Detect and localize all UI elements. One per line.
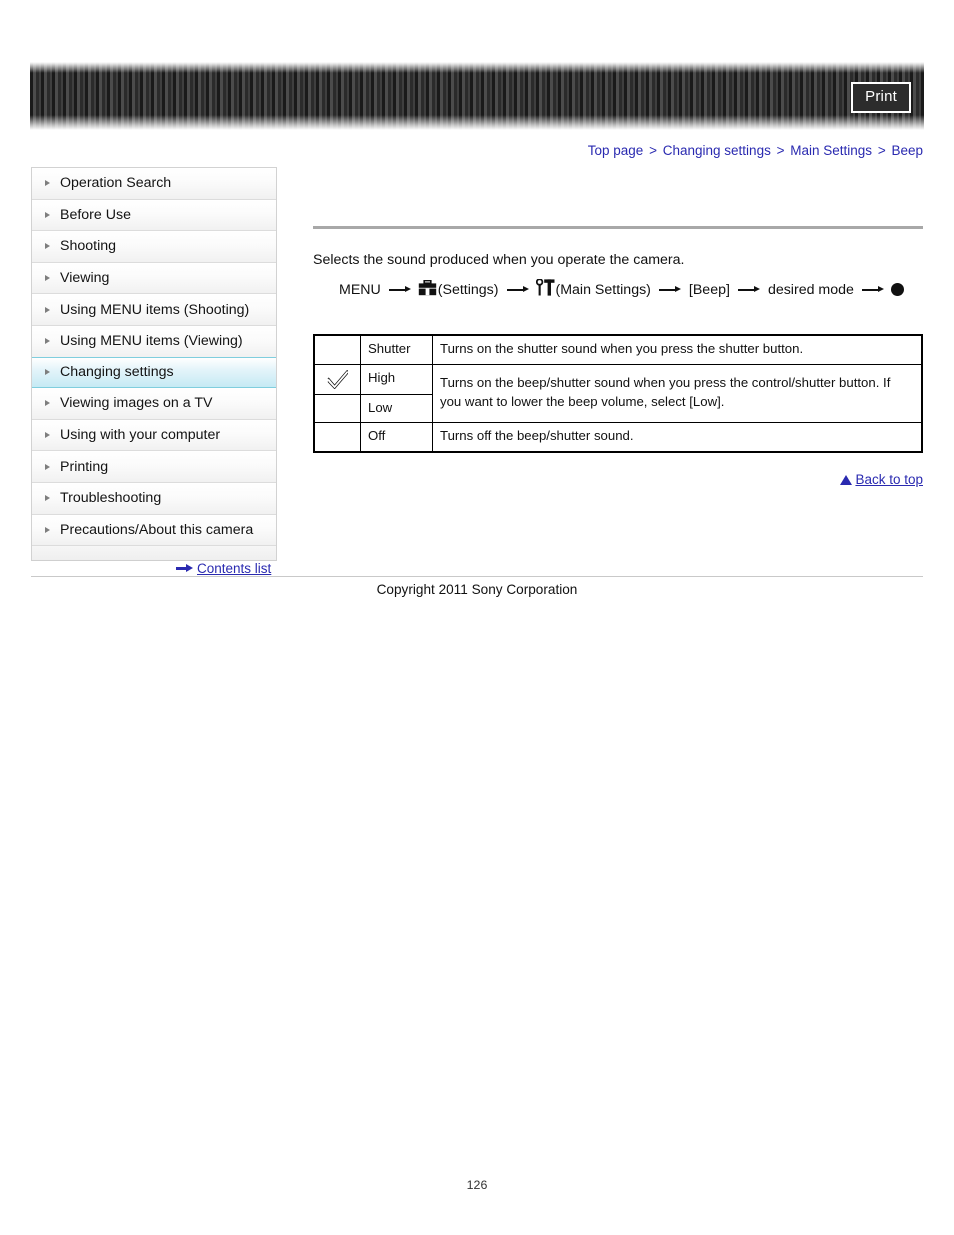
table-cell-option-name: Low: [360, 393, 433, 424]
copyright-text: Copyright 2011 Sony Corporation: [376, 582, 578, 597]
wrench-screwdriver-icon: [535, 278, 555, 300]
contents-list-link[interactable]: Contents list: [176, 561, 271, 576]
breadcrumb-item-main-settings[interactable]: Main Settings: [790, 143, 872, 158]
back-to-top-label: Back to top: [855, 472, 923, 487]
table-cell-option-name: Shutter: [360, 334, 433, 365]
arrow-right-icon: [176, 564, 193, 573]
sidebar-item-label: Printing: [60, 458, 109, 475]
header-banner: Print: [30, 62, 924, 130]
sidebar-item-label: Using MENU items (Shooting): [60, 301, 250, 318]
bullet-triangle-icon: [45, 211, 50, 218]
bullet-triangle-icon: [45, 400, 50, 407]
sidebar-item-label: Before Use: [60, 206, 131, 223]
table-row: High Turns on the beep/shutter sound whe…: [313, 363, 923, 424]
breadcrumb-item-changing-settings[interactable]: Changing settings: [663, 143, 771, 158]
beep-options-table: Shutter Turns on the shutter sound when …: [313, 334, 923, 454]
sidebar-item-label: Changing settings: [60, 364, 174, 381]
arrow-right-icon: [861, 285, 884, 295]
table-row: Shutter Turns on the shutter sound when …: [313, 334, 923, 365]
bullet-triangle-icon: [45, 526, 50, 533]
bullet-triangle-icon: [45, 338, 50, 345]
sidebar-footer-spacer: [32, 546, 276, 561]
back-to-top-link[interactable]: Back to top: [840, 472, 923, 487]
table-cell-description: Turns on the beep/shutter sound when you…: [432, 363, 923, 424]
desired-mode-label: desired mode: [767, 281, 854, 298]
bullet-triangle-icon: [45, 243, 50, 250]
sidebar-item-label: Precautions/About this camera: [60, 521, 254, 538]
sidebar-item-label: Troubleshooting: [60, 490, 162, 507]
sidebar-item-label: Shooting: [60, 238, 117, 255]
table-cell-check: [313, 363, 361, 395]
default-check-icon: [322, 369, 353, 389]
arrow-right-icon: [658, 285, 681, 295]
breadcrumb-item-top-page[interactable]: Top page: [588, 143, 644, 158]
center-button-dot-icon: [890, 283, 904, 296]
arrow-right-icon: [737, 285, 760, 295]
sidebar-item-changing-settings[interactable]: Changing settings: [32, 356, 276, 389]
bullet-triangle-icon: [45, 306, 50, 313]
table-cell-description: Turns off the beep/shutter sound.: [432, 422, 923, 453]
breadcrumb-separator: >: [776, 143, 785, 158]
bullet-triangle-icon: [45, 463, 50, 470]
main-settings-label: (Main Settings): [555, 281, 651, 298]
sidebar-item-viewing[interactable]: Viewing: [32, 262, 276, 295]
table-cell-option-name: Off: [360, 422, 433, 453]
intro-paragraph: Selects the sound produced when you oper…: [313, 252, 685, 268]
sidebar-item-before-use[interactable]: Before Use: [32, 199, 276, 232]
page-number: 126: [466, 1178, 488, 1192]
arrow-right-icon: [388, 285, 411, 295]
table-cell-check: [313, 393, 361, 424]
toolbox-icon: [418, 279, 437, 300]
arrow-right-icon: [506, 285, 529, 295]
menu-path-instruction: MENU (Settings) (Main Settings) [Beep] d…: [338, 278, 904, 300]
sidebar-item-troubleshooting[interactable]: Troubleshooting: [32, 482, 276, 515]
sidebar-item-shooting[interactable]: Shooting: [32, 231, 276, 263]
bullet-triangle-icon: [45, 495, 50, 502]
bullet-triangle-icon: [45, 180, 50, 187]
sidebar-item-using-menu-items-viewing[interactable]: Using MENU items (Viewing): [32, 325, 276, 358]
breadcrumb-separator: >: [877, 143, 886, 158]
bullet-triangle-icon: [45, 369, 50, 376]
table-row: Off Turns off the beep/shutter sound.: [313, 422, 923, 453]
triangle-up-icon: [840, 474, 853, 485]
sidebar-item-viewing-images-on-a-tv[interactable]: Viewing images on a TV: [32, 388, 276, 420]
sidebar-item-label: Operation Search: [60, 175, 172, 192]
bullet-triangle-icon: [45, 275, 50, 282]
footer-rule: [31, 576, 923, 577]
content-top-rule: [313, 226, 923, 229]
sidebar-item-printing[interactable]: Printing: [32, 451, 276, 483]
sidebar-navigation: Operation Search Before Use Shooting Vie…: [31, 167, 277, 562]
sidebar-item-label: Using with your computer: [60, 427, 221, 444]
sidebar-item-label: Using MENU items (Viewing): [60, 333, 243, 350]
menu-path-start: MENU: [339, 281, 381, 298]
table-cell-check: [313, 422, 361, 453]
print-button[interactable]: Print: [851, 82, 911, 113]
breadcrumb: Top page > Changing settings > Main Sett…: [588, 143, 923, 158]
menu-item-label: [Beep]: [688, 281, 730, 298]
sidebar-item-label: Viewing images on a TV: [60, 395, 213, 412]
breadcrumb-separator: >: [649, 143, 657, 158]
sidebar-item-operation-search[interactable]: Operation Search: [32, 168, 276, 200]
table-cell-check: [313, 334, 361, 365]
sidebar-item-using-menu-items-shooting[interactable]: Using MENU items (Shooting): [32, 294, 276, 326]
sidebar-item-label: Viewing: [60, 270, 110, 287]
bullet-triangle-icon: [45, 432, 50, 439]
settings-label: (Settings): [437, 281, 499, 298]
sidebar-item-precautions-about-this-camera[interactable]: Precautions/About this camera: [32, 514, 276, 547]
table-cell-description: Turns on the shutter sound when you pres…: [432, 334, 923, 365]
sidebar-item-using-with-your-computer[interactable]: Using with your computer: [32, 419, 276, 452]
breadcrumb-item-beep[interactable]: Beep: [891, 143, 923, 158]
contents-list-label: Contents list: [197, 561, 272, 576]
table-cell-option-name: High: [360, 363, 433, 395]
